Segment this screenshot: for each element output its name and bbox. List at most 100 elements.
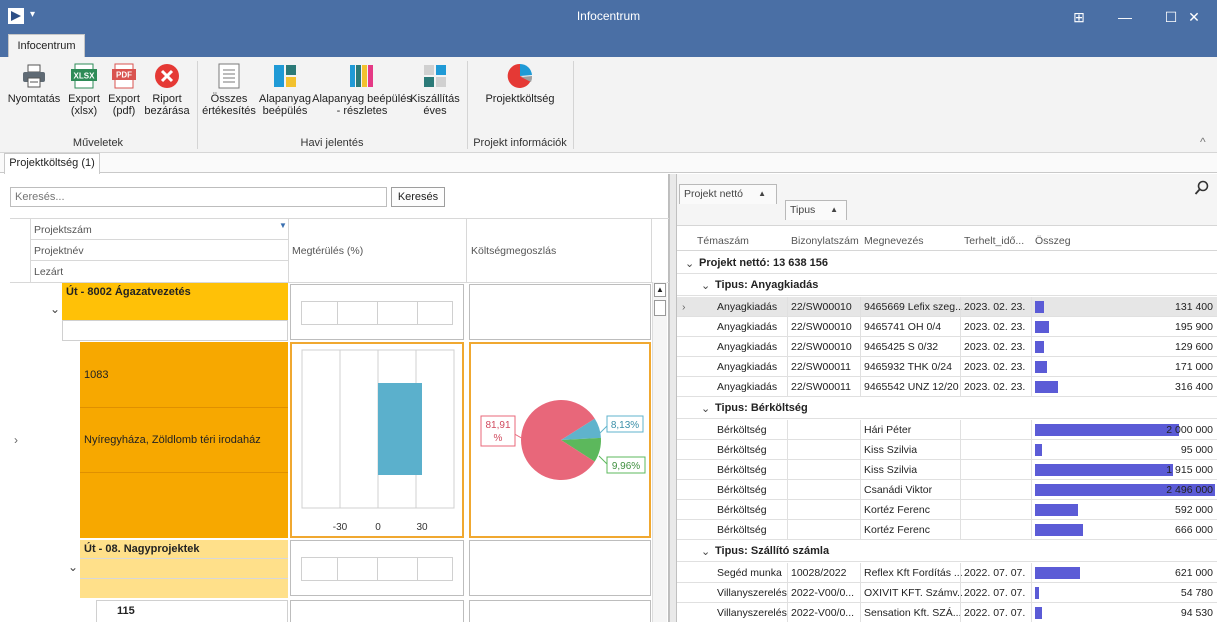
col-amount[interactable]: Összeg — [1035, 235, 1071, 247]
group-row[interactable]: ⌄ Tipus: Szállító számla — [677, 541, 1217, 562]
filter-icon[interactable]: ▼ — [279, 221, 287, 230]
group-chip-project-net[interactable]: Projekt nettó ▲ — [679, 184, 777, 204]
divider — [30, 260, 288, 261]
divider — [960, 317, 961, 337]
col-topic[interactable]: Témaszám — [697, 235, 749, 247]
scroll-up-icon[interactable]: ▲ — [654, 283, 666, 297]
cost-distribution-mini-chart — [469, 600, 651, 622]
cell-topic: Bérköltség — [717, 424, 767, 436]
material-usage-button[interactable]: Alapanyag beépülés — [258, 57, 312, 117]
col-name[interactable]: Megnevezés — [864, 235, 924, 247]
header-project-name[interactable]: Projektnév — [34, 245, 84, 257]
group-monthly-label: Havi jelentés — [300, 137, 364, 149]
divider — [787, 317, 788, 337]
cell-amount: 131 400 — [1175, 301, 1213, 313]
table-row[interactable]: Bérköltség Kortéz Ferenc 666 000 — [677, 520, 1217, 540]
scrollbar-thumb[interactable] — [654, 300, 666, 316]
tab-infocentrum[interactable]: Infocentrum — [8, 34, 85, 58]
cell-name: Hári Péter — [864, 424, 912, 436]
tab-project-cost[interactable]: Projektköltség (1) — [4, 153, 100, 174]
divider — [1031, 520, 1032, 540]
table-row[interactable]: Bérköltség Kiss Szilvia 1 915 000 — [677, 460, 1217, 480]
collapse-chevron-icon[interactable]: ⌄ — [701, 279, 710, 292]
cell-name: Sensation Kft. SZÁ... — [864, 607, 962, 619]
collapse-chevron-icon[interactable]: ⌄ — [685, 257, 694, 270]
divider — [80, 558, 288, 559]
expand-chevron-icon[interactable]: ⌄ — [68, 560, 78, 574]
table-row[interactable]: Bérköltség Kortéz Ferenc 592 000 — [677, 500, 1217, 520]
cell-topic: Segéd munka — [717, 567, 782, 579]
search-input[interactable] — [10, 187, 387, 207]
header-return[interactable]: Megtérülés (%) — [292, 245, 363, 257]
amount-bar — [1035, 567, 1080, 579]
pane-splitter[interactable] — [669, 174, 677, 622]
export-pdf-button[interactable]: PDF Export (pdf) — [106, 57, 142, 117]
group-row-total[interactable]: ⌄ Projekt nettó: 13 638 156 — [677, 253, 1217, 274]
sort-up-icon[interactable]: ▲ — [758, 189, 766, 198]
divider — [860, 440, 861, 460]
material-detail-button[interactable]: Alapanyag beépülés - részletes — [312, 57, 412, 117]
header-closed[interactable]: Lezárt — [34, 266, 63, 278]
app-icon[interactable] — [8, 8, 24, 24]
table-row[interactable]: Segéd munka 10028/2022 Reflex Kft Fordítás… — [677, 563, 1217, 583]
cell-date: 2022. 07. 07. — [964, 607, 1026, 619]
table-row[interactable]: Anyagkiadás 22/SW00010 9465741 OH 0/4 2023.… — [677, 317, 1217, 337]
search-icon[interactable] — [1194, 180, 1210, 196]
table-row[interactable]: Bérköltség Csanádi Viktor 2 496 000 — [677, 480, 1217, 500]
divider — [1031, 337, 1032, 357]
export-xlsx-button[interactable]: XLSX Export (xlsx) — [64, 57, 104, 117]
group-total-label: Projekt nettó: 13 638 156 — [699, 257, 829, 269]
column-header-row — [677, 229, 1217, 251]
group-row[interactable]: ⌄ Tipus: Anyagkiadás — [677, 275, 1217, 296]
group-chip-type[interactable]: Tipus ▲ — [785, 200, 847, 220]
table-row[interactable]: Anyagkiadás 22/SW00010 9465425 S 0/32 2023.… — [677, 337, 1217, 357]
collapse-chevron-icon[interactable]: ⌄ — [701, 545, 710, 558]
cell-date: 2022. 07. 07. — [964, 587, 1026, 599]
divider — [80, 578, 288, 579]
col-date[interactable]: Terhelt_idő... — [964, 235, 1024, 247]
table-row[interactable]: Villanyszerelés 2022-V00/0... OXIVIT KFT. … — [677, 583, 1217, 603]
expand-chevron-icon[interactable]: ⌄ — [50, 302, 60, 316]
table-row[interactable]: Anyagkiadás 22/SW00011 9465542 UNZ 12/20 20… — [677, 377, 1217, 397]
divider — [960, 420, 961, 440]
layout-icon[interactable]: ⊞ — [1056, 0, 1102, 34]
divider — [787, 563, 788, 583]
material-detail-label-2: - részletes — [336, 105, 388, 117]
group-row[interactable]: ⌄ Tipus: Bérköltség — [677, 398, 1217, 419]
minimize-button[interactable]: — — [1102, 0, 1148, 34]
divider — [787, 377, 788, 397]
delivery-yearly-button[interactable]: Kiszállítás éves — [410, 57, 460, 117]
app-menu-arrow[interactable]: ▾ — [30, 9, 35, 20]
cell-topic: Bérköltség — [717, 484, 767, 496]
table-row[interactable]: Bérköltség Hári Péter 2 000 000 — [677, 420, 1217, 440]
close-window-button[interactable]: ✕ — [1171, 0, 1217, 34]
vertical-scrollbar[interactable]: ▲ — [652, 282, 667, 622]
amount-bar — [1035, 607, 1042, 619]
header-cost-distribution[interactable]: Költségmegoszlás — [471, 245, 556, 257]
col-doc-no[interactable]: Bizonylatszám — [791, 235, 859, 247]
divider — [466, 218, 467, 282]
search-button[interactable]: Keresés — [391, 187, 445, 207]
amount-bar — [1035, 587, 1039, 599]
table-row[interactable]: Bérköltség Kiss Szilvia 95 000 — [677, 440, 1217, 460]
amount-bar — [1035, 524, 1083, 536]
table-row[interactable]: Villanyszerelés 2022-V00/0... Sensation Kf… — [677, 603, 1217, 622]
project-cost-button[interactable]: Projektköltség — [472, 57, 568, 105]
ribbon-collapse-icon[interactable]: ^ — [1200, 135, 1206, 149]
header-project-number[interactable]: Projektszám — [34, 224, 92, 236]
material-detail-label-1: Alapanyag beépülés — [312, 93, 412, 105]
collapse-chevron-icon[interactable]: ⌄ — [701, 402, 710, 415]
close-report-button[interactable]: Riport bezárása — [144, 57, 190, 117]
table-row[interactable]: Anyagkiadás 22/SW00011 9465932 THK 0/24 202… — [677, 357, 1217, 377]
print-button[interactable]: Nyomtatás — [6, 57, 62, 105]
cell-name: Csanádi Viktor — [864, 484, 933, 496]
project-closed-cell — [62, 320, 288, 341]
sort-up-icon[interactable]: ▲ — [830, 205, 838, 214]
all-sales-button[interactable]: Összes értékesítés — [202, 57, 256, 117]
cell-date: 2023. 02. 23. — [964, 361, 1026, 373]
export-xlsx-label-1: Export — [68, 93, 100, 105]
divider — [860, 460, 861, 480]
divider — [860, 297, 861, 317]
pie-chart-icon — [507, 63, 533, 89]
table-row[interactable]: › Anyagkiadás 22/SW00010 9465669 Lefix szeg… — [677, 297, 1217, 317]
